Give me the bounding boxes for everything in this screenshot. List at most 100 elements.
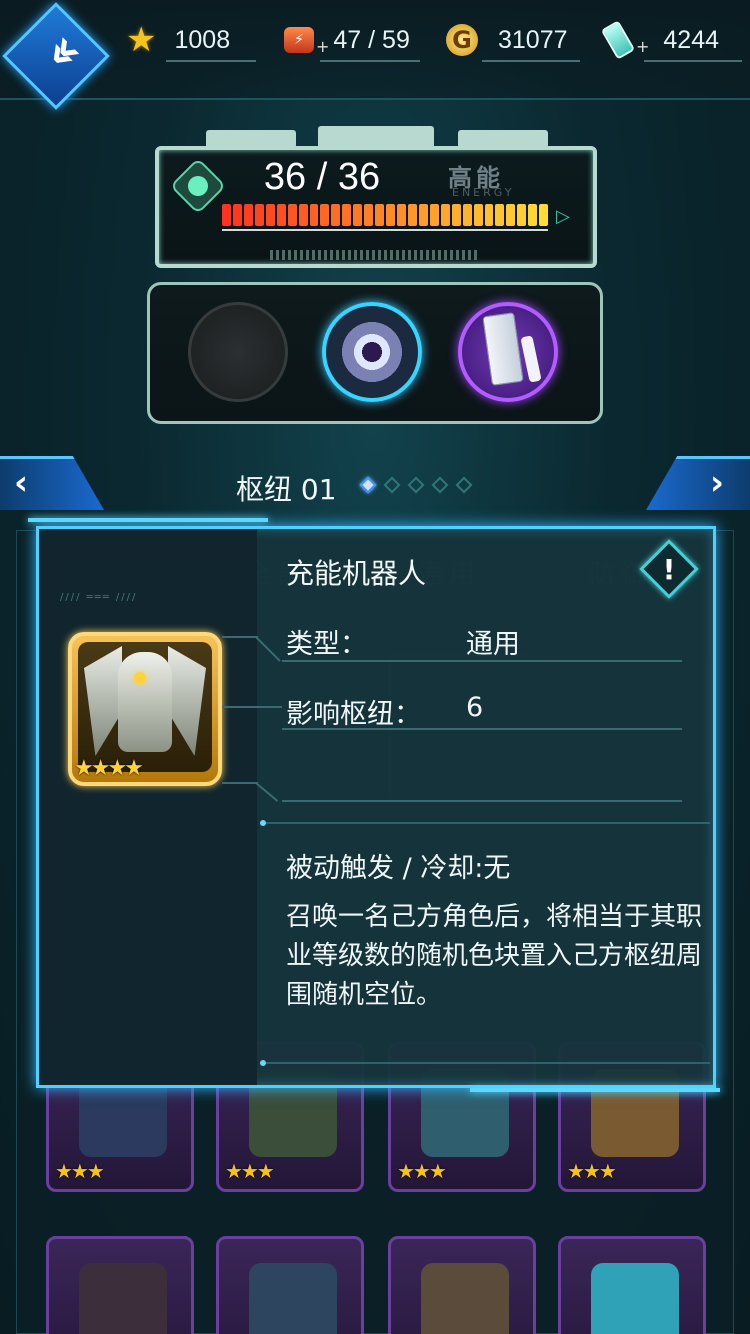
energy-label-en: ENERGY — [452, 186, 515, 199]
energy-segment — [418, 204, 428, 226]
popup-glow-edge — [470, 1088, 720, 1092]
potion-resource[interactable]: + 4244 — [600, 20, 742, 62]
type-value: 通用 — [466, 629, 520, 660]
energy-count: 36 / 36 — [263, 156, 381, 198]
maid-outfit-item-icon — [79, 1263, 167, 1334]
stars-value: 1008 — [174, 25, 231, 54]
empty-slot[interactable] — [188, 302, 288, 402]
rarity-stars: ★★★ — [55, 1159, 105, 1183]
panel-tab — [318, 126, 434, 148]
energy-value: 47 / 59 — [333, 25, 410, 54]
plus-icon[interactable]: + — [636, 37, 649, 56]
prev-hub-button[interactable]: ‹ — [0, 456, 104, 510]
hub-label: 影响枢纽： — [286, 699, 421, 730]
stars-resource: ★ 1008 — [126, 20, 256, 62]
page-dot[interactable] — [407, 476, 425, 494]
energy-segment — [495, 204, 505, 226]
connector-line — [222, 782, 258, 784]
energy-bar — [222, 204, 549, 226]
energy-segment — [517, 204, 527, 226]
energy-segment — [342, 204, 352, 226]
page-dot[interactable] — [455, 476, 473, 494]
energy-segment — [440, 204, 450, 226]
hub-title: 枢纽 01 — [236, 473, 337, 506]
energy-segment — [462, 204, 472, 226]
divider-dot — [260, 1060, 266, 1066]
energy-segment — [309, 204, 319, 226]
energy-segment — [386, 204, 395, 226]
energy-segment — [528, 204, 538, 226]
energy-battery-icon: ⚡ — [284, 27, 314, 53]
rarity-stars: ★★★ — [567, 1159, 617, 1183]
row-divider — [282, 660, 682, 662]
popup-icon-column — [39, 529, 257, 1085]
energy-segment — [320, 204, 330, 226]
energy-segment — [222, 204, 231, 226]
inventory-item[interactable] — [388, 1236, 536, 1334]
section-divider — [264, 822, 710, 824]
energy-segment — [276, 204, 286, 226]
gold-value: 31077 — [498, 25, 568, 54]
energy-segment — [375, 204, 385, 226]
energy-segment — [298, 204, 308, 226]
page-dot[interactable] — [431, 476, 449, 494]
drink-item-icon — [591, 1263, 679, 1334]
divider-dot — [260, 820, 266, 826]
rarity-stars: ★★★ — [225, 1159, 275, 1183]
energy-resource[interactable]: ⚡ + 47 / 59 — [284, 22, 420, 62]
energy-segment — [484, 204, 494, 226]
energy-segment — [243, 204, 253, 226]
energy-segment — [451, 204, 461, 226]
energy-segment — [397, 204, 406, 226]
energy-segment — [254, 204, 264, 226]
energy-segment — [429, 204, 439, 226]
page-dot[interactable] — [383, 476, 401, 494]
eye-lens-slot-icon[interactable] — [322, 302, 422, 402]
chevron-right-icon[interactable]: › — [710, 463, 724, 503]
energy-segment — [407, 204, 417, 226]
robot-eye-icon — [134, 672, 146, 684]
inventory-item[interactable] — [558, 1236, 706, 1334]
row-divider — [282, 728, 682, 730]
exclamation-icon[interactable]: ! — [648, 548, 690, 590]
chevron-left-icon[interactable]: ‹ — [14, 463, 28, 503]
connector-line — [222, 706, 282, 708]
rarity-stars: ★★★★ — [74, 756, 144, 781]
energy-segment — [539, 204, 549, 226]
energy-core-light — [188, 176, 208, 196]
section-divider — [264, 1062, 710, 1064]
plus-icon[interactable]: + — [316, 37, 329, 56]
energy-bar-underline — [222, 229, 548, 231]
next-hub-button[interactable]: › — [646, 456, 750, 510]
inventory-item[interactable] — [216, 1236, 364, 1334]
gold-coin-icon: G — [446, 24, 478, 56]
hub-value: 6 — [466, 692, 484, 723]
energy-segment — [364, 204, 374, 226]
gold-resource: G 31077 — [446, 22, 580, 62]
charging-robot-icon — [118, 652, 172, 752]
page-indicator — [359, 476, 473, 494]
connector-line — [222, 636, 258, 638]
panel-grill — [270, 250, 480, 260]
energy-segment — [473, 204, 483, 226]
top-bar-divider — [0, 98, 750, 100]
row-divider — [282, 800, 682, 802]
energy-segment — [265, 204, 275, 226]
page-dot[interactable] — [359, 476, 377, 494]
energy-segment — [287, 204, 297, 226]
skill-trigger: 被动触发 / 冷却:无 — [286, 853, 511, 884]
energy-segment — [506, 204, 516, 226]
hammer-item-icon — [421, 1263, 509, 1334]
book-item-icon — [249, 1263, 337, 1334]
energy-segment — [331, 204, 341, 226]
skill-description: 召唤一名己方角色后，将相当于其职业等级数的随机色块置入己方枢纽周围随机空位。 — [286, 902, 703, 1010]
type-label: 类型： — [286, 629, 367, 660]
star-icon: ★ — [126, 20, 157, 60]
item-name: 充能机器人 — [286, 557, 427, 590]
rarity-stars: ★★★ — [397, 1159, 447, 1183]
potion-value: 4244 — [663, 25, 720, 54]
energy-segment — [353, 204, 363, 226]
play-arrow-icon: ▷ — [556, 206, 570, 227]
inventory-item[interactable] — [46, 1236, 194, 1334]
energy-segment — [232, 204, 242, 226]
